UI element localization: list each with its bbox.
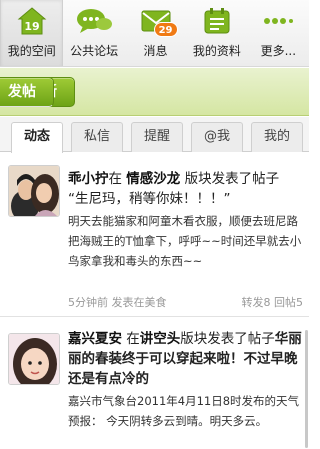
nav-label: 更多... [260, 44, 297, 58]
board-name[interactable]: 讲空头 [140, 331, 181, 347]
board-name[interactable]: 情感沙龙 [126, 171, 180, 187]
connector-text: 在 [126, 331, 140, 347]
scrollbar[interactable] [305, 330, 308, 448]
post-headline[interactable]: 乖小拧在 情感沙龙 版块发表了帖子 “生尼玛，稍等你妹！！！” [68, 169, 303, 209]
action-bar: 刷新 发帖 [0, 68, 309, 116]
activity-feed: 乖小拧在 情感沙龙 版块发表了帖子 “生尼玛，稍等你妹！！！” 明天去能猫家和阿… [0, 153, 309, 449]
top-navigation: 19 我的空间 公共论坛 29 消息 我的资料 更多... [0, 0, 309, 67]
chat-bubbles-icon [74, 6, 114, 36]
post-headline[interactable]: 嘉兴夏安 在讲空头版块发表了帖子华丽丽的春装终于可以穿起来啦！不过早晚还是有点冷… [68, 329, 303, 389]
feed-item[interactable]: 嘉兴夏安 在讲空头版块发表了帖子华丽丽的春装终于可以穿起来啦！不过早晚还是有点冷… [0, 317, 309, 449]
tab-bar: 动态 私信 提醒 @我 我的 [0, 117, 309, 153]
post-excerpt: 明天去能猫家和阿童木看衣服，顺便去班尼路把海贼王的T恤拿下，呼呼~~时间还早就去… [68, 214, 302, 268]
svg-text:19: 19 [24, 20, 39, 33]
reply-count[interactable]: 回帖5 [274, 296, 303, 309]
tab-mentions[interactable]: @我 [191, 122, 243, 152]
post-content: 嘉兴夏安 在讲空头版块发表了帖子华丽丽的春装终于可以穿起来啦！不过早晚还是有点冷… [68, 329, 303, 431]
post-author[interactable]: 乖小拧 [68, 171, 109, 187]
post-excerpt: 嘉兴市气象台2011年4月11日8时发布的天气预报： 今天阴转多云到晴。明天多云… [68, 394, 300, 428]
post-content: 乖小拧在 情感沙龙 版块发表了帖子 “生尼玛，稍等你妹！！！” 明天去能猫家和阿… [68, 169, 303, 271]
nav-label: 公共论坛 [70, 44, 119, 58]
nav-messages[interactable]: 29 消息 [125, 0, 186, 66]
profile-card-icon [197, 6, 237, 36]
unread-badge: 29 [153, 22, 178, 37]
nav-label: 我的资料 [192, 44, 241, 58]
new-post-button[interactable]: 发帖 [0, 77, 54, 107]
action-text: 版块发表了帖子 [184, 171, 280, 187]
tab-activity[interactable]: 动态 [11, 122, 63, 153]
post-stats: 转发8 回帖5 [242, 294, 304, 310]
post-meta: 5分钟前 发表在美食 转发8 回帖5 [68, 294, 303, 310]
avatar[interactable] [8, 165, 60, 217]
nav-label: 我的空间 [7, 44, 56, 58]
tab-reminders[interactable]: 提醒 [131, 122, 183, 152]
mail-icon: 29 [136, 6, 178, 37]
tab-mine[interactable]: 我的 [251, 122, 303, 152]
post-time: 5分钟前 [68, 296, 108, 309]
nav-my-space[interactable]: 19 我的空间 [0, 0, 64, 66]
home-icon: 19 [12, 6, 52, 36]
nav-more[interactable]: 更多... [248, 0, 309, 66]
more-icon [258, 6, 298, 36]
post-title[interactable]: “生尼玛，稍等你妹！！！” [68, 191, 231, 207]
feed-item[interactable]: 乖小拧在 情感沙龙 版块发表了帖子 “生尼玛，稍等你妹！！！” 明天去能猫家和阿… [0, 153, 309, 317]
repost-count[interactable]: 转发8 [242, 296, 271, 309]
post-author[interactable]: 嘉兴夏安 [68, 331, 122, 347]
nav-label: 消息 [143, 44, 168, 58]
tab-private-messages[interactable]: 私信 [71, 122, 123, 152]
avatar[interactable] [8, 333, 60, 385]
post-source: 发表在美食 [111, 296, 167, 309]
nav-public-forum[interactable]: 公共论坛 [63, 0, 124, 66]
connector-text: 在 [108, 171, 123, 187]
action-text: 版块发表了帖子 [180, 331, 275, 347]
nav-my-profile[interactable]: 我的资料 [186, 0, 247, 66]
